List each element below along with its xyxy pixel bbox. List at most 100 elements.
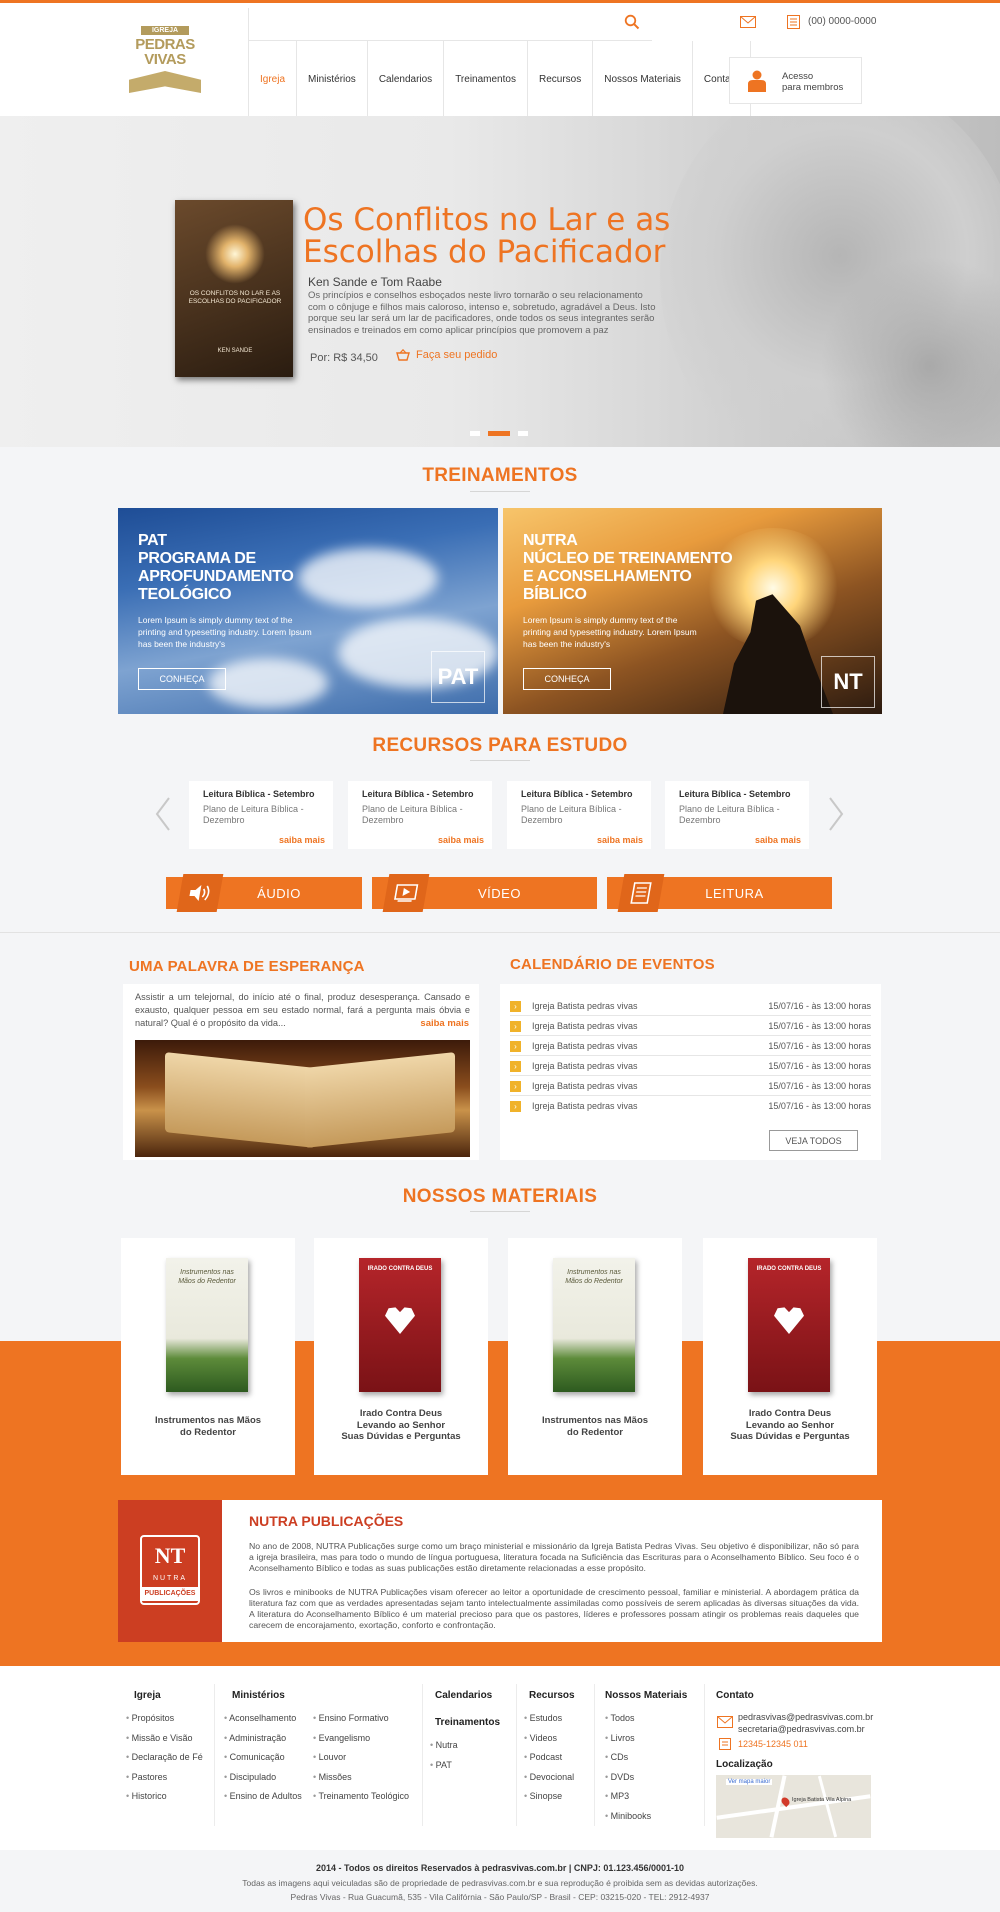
site-logo[interactable]: IGREJA BATISTA PEDRAS VIVAS	[127, 23, 203, 99]
material-card[interactable]: IRADO CONTRA DEUS Irado Contra Deus Levan…	[703, 1238, 877, 1475]
material-card[interactable]: IRADO CONTRA DEUS Irado Contra Deus Levan…	[314, 1238, 488, 1475]
section-underline	[470, 491, 530, 492]
saiba-mais-link[interactable]: saiba mais	[438, 835, 484, 845]
footer-link[interactable]: Estudos	[524, 1709, 574, 1729]
footer-link[interactable]: Discipulado	[224, 1768, 302, 1788]
map-larger-link[interactable]: Ver mapa maior	[726, 1779, 773, 1785]
footer-link[interactable]: Evangelismo	[313, 1729, 409, 1749]
event-row[interactable]: › Igreja Batista pedras vivas 15/07/16 - à…	[510, 1036, 871, 1056]
event-row[interactable]: › Igreja Batista pedras vivas 15/07/16 - à…	[510, 1056, 871, 1076]
footer-heading-igreja[interactable]: Igreja	[134, 1690, 161, 1701]
nav-item-nossos-materiais[interactable]: Nossos Materiais	[593, 41, 693, 118]
footer-list-materiais: Todos Livros CDs DVDs MP3 Minibooks	[605, 1709, 652, 1827]
heart-icon	[385, 1307, 415, 1334]
search-icon[interactable]	[624, 14, 640, 30]
footer-heading-calendarios[interactable]: Calendarios	[435, 1690, 492, 1701]
chevron-left-icon[interactable]	[155, 797, 171, 831]
saiba-mais-link[interactable]: saiba mais	[597, 835, 643, 845]
order-button[interactable]: Faça seu pedido	[396, 349, 497, 361]
conheca-button[interactable]: CONHEÇA	[138, 668, 226, 690]
nav-item-calendarios[interactable]: Calendarios	[368, 41, 445, 118]
site-header: IGREJA BATISTA PEDRAS VIVAS (00) 0000-000…	[0, 3, 1000, 118]
video-button[interactable]: VÍDEO	[372, 874, 597, 912]
footer-link[interactable]: Livros	[605, 1729, 651, 1749]
footer-link[interactable]: Nutra	[430, 1736, 458, 1756]
footer-heading-recursos[interactable]: Recursos	[529, 1690, 575, 1701]
event-row[interactable]: › Igreja Batista pedras vivas 15/07/16 - à…	[510, 996, 871, 1016]
training-card-title: PAT PROGRAMA DE APROFUNDAMENTO TEOLÓGICO	[138, 532, 294, 603]
footer-link[interactable]: Sinopse	[524, 1787, 574, 1807]
nutra-logo-icon: NT	[821, 656, 875, 708]
footer-link[interactable]: Missão e Visão	[126, 1729, 203, 1749]
esperanca-box: Assistir a um telejornal, do início até …	[123, 984, 479, 1160]
carousel-dot[interactable]	[470, 431, 480, 436]
cover-title: IRADO CONTRA DEUS	[367, 1266, 433, 1272]
resource-card[interactable]: Leitura Bíblica - Setembro Plano de Leit…	[348, 781, 492, 849]
training-card-pat[interactable]: PAT PROGRAMA DE APROFUNDAMENTO TEOLÓGICO Lo…	[118, 508, 498, 714]
footer-email[interactable]: secretaria@pedrasvivas.com.br	[738, 1723, 873, 1735]
nav-item-treinamentos[interactable]: Treinamentos	[444, 41, 528, 118]
nav-item-igreja[interactable]: Igreja	[249, 41, 298, 118]
material-card[interactable]: Instrumentos nas Mãos do Redentor Instru…	[508, 1238, 682, 1475]
footer-link[interactable]: MP3	[605, 1787, 651, 1807]
video-label: VÍDEO	[478, 885, 521, 901]
materiais-title: NOSSOS MATERIAIS	[402, 1186, 598, 1207]
carousel-dot-active[interactable]	[488, 431, 510, 436]
audio-button[interactable]: ÁUDIO	[166, 874, 362, 912]
footer-heading-treinamentos[interactable]: Treinamentos	[435, 1717, 500, 1728]
saiba-mais-link[interactable]: saiba mais	[755, 835, 801, 845]
footer-link[interactable]: PAT	[430, 1756, 458, 1776]
footer-link[interactable]: Comunicação	[224, 1748, 302, 1768]
resource-card[interactable]: Leitura Bíblica - Setembro Plano de Leit…	[507, 781, 651, 849]
footer-link[interactable]: Administração	[224, 1729, 302, 1749]
material-name: Irado Contra Deus Levando ao Senhor Suas D…	[341, 1408, 461, 1442]
location-map[interactable]: Ver mapa maior Igreja Batista Vila Alpin…	[716, 1775, 871, 1838]
training-card-nutra[interactable]: NUTRA NÚCLEO DE TREINAMENTO E ACONSELHAMEN…	[503, 508, 882, 714]
footer-link[interactable]: Minibooks	[605, 1807, 652, 1827]
leitura-button[interactable]: LEITURA	[607, 874, 832, 912]
mail-icon[interactable]	[740, 16, 756, 28]
chevron-right-icon[interactable]	[828, 797, 844, 831]
footer-link[interactable]: Videos	[524, 1729, 574, 1749]
footer-heading-ministerios[interactable]: Ministérios	[232, 1690, 285, 1701]
footer-link[interactable]: CDs	[605, 1748, 651, 1768]
member-access-button[interactable]: Acesso para membros	[729, 57, 862, 104]
footer-link[interactable]: Aconselhamento	[224, 1709, 302, 1729]
footer-link[interactable]: Ensino Formativo	[313, 1709, 409, 1729]
main-nav: Igreja Ministérios Calendarios Treinamen…	[248, 41, 751, 118]
footer-link[interactable]: Pastores	[126, 1768, 203, 1788]
saiba-mais-link[interactable]: saiba mais	[420, 1018, 469, 1029]
book-cover-glow	[205, 224, 265, 284]
hero-book-cover[interactable]: OS CONFLITOS NO LAR E AS ESCOLHAS DO PAC…	[175, 200, 293, 377]
material-card[interactable]: Instrumentos nas Mãos do Redentor Instru…	[121, 1238, 295, 1475]
footer-link[interactable]: Ensino de Adultos	[224, 1787, 302, 1807]
footer-heading-materiais[interactable]: Nossos Materiais	[605, 1690, 687, 1701]
footer-link[interactable]: Declaração de Fé	[126, 1748, 203, 1768]
view-all-button[interactable]: VEJA TODOS	[769, 1130, 858, 1151]
saiba-mais-link[interactable]: saiba mais	[279, 835, 325, 845]
map-road	[817, 1775, 838, 1838]
nav-item-ministerios[interactable]: Ministérios	[297, 41, 368, 118]
footer-link[interactable]: Missões	[313, 1768, 409, 1788]
footer-link[interactable]: Historico	[126, 1787, 203, 1807]
resource-card[interactable]: Leitura Bíblica - Setembro Plano de Leit…	[665, 781, 809, 849]
footer-link[interactable]: DVDs	[605, 1768, 651, 1788]
member-access-label: Acesso para membros	[782, 71, 844, 93]
book-cover-red: IRADO CONTRA DEUS	[359, 1258, 441, 1392]
event-row[interactable]: › Igreja Batista pedras vivas 15/07/16 - à…	[510, 1016, 871, 1036]
carousel-dot[interactable]	[518, 431, 528, 436]
footer-link[interactable]: Louvor	[313, 1748, 409, 1768]
footer-link[interactable]: Podcast	[524, 1748, 574, 1768]
resource-card[interactable]: Leitura Bíblica - Setembro Plano de Leit…	[189, 781, 333, 849]
search-input[interactable]	[248, 8, 652, 41]
footer-link[interactable]: Treinamento Teológico	[313, 1787, 410, 1807]
nav-item-recursos[interactable]: Recursos	[528, 41, 594, 118]
footer-link[interactable]: Devocional	[524, 1768, 575, 1788]
event-row[interactable]: › Igreja Batista pedras vivas 15/07/16 - à…	[510, 1096, 871, 1116]
event-row[interactable]: › Igreja Batista pedras vivas 15/07/16 - à…	[510, 1076, 871, 1096]
footer-email[interactable]: pedrasvivas@pedrasvivas.com.br	[738, 1711, 873, 1723]
footer-link[interactable]: Propósitos	[126, 1709, 203, 1729]
footer-divider	[516, 1684, 517, 1826]
footer-link[interactable]: Todos	[605, 1709, 651, 1729]
conheca-button[interactable]: CONHEÇA	[523, 668, 611, 690]
